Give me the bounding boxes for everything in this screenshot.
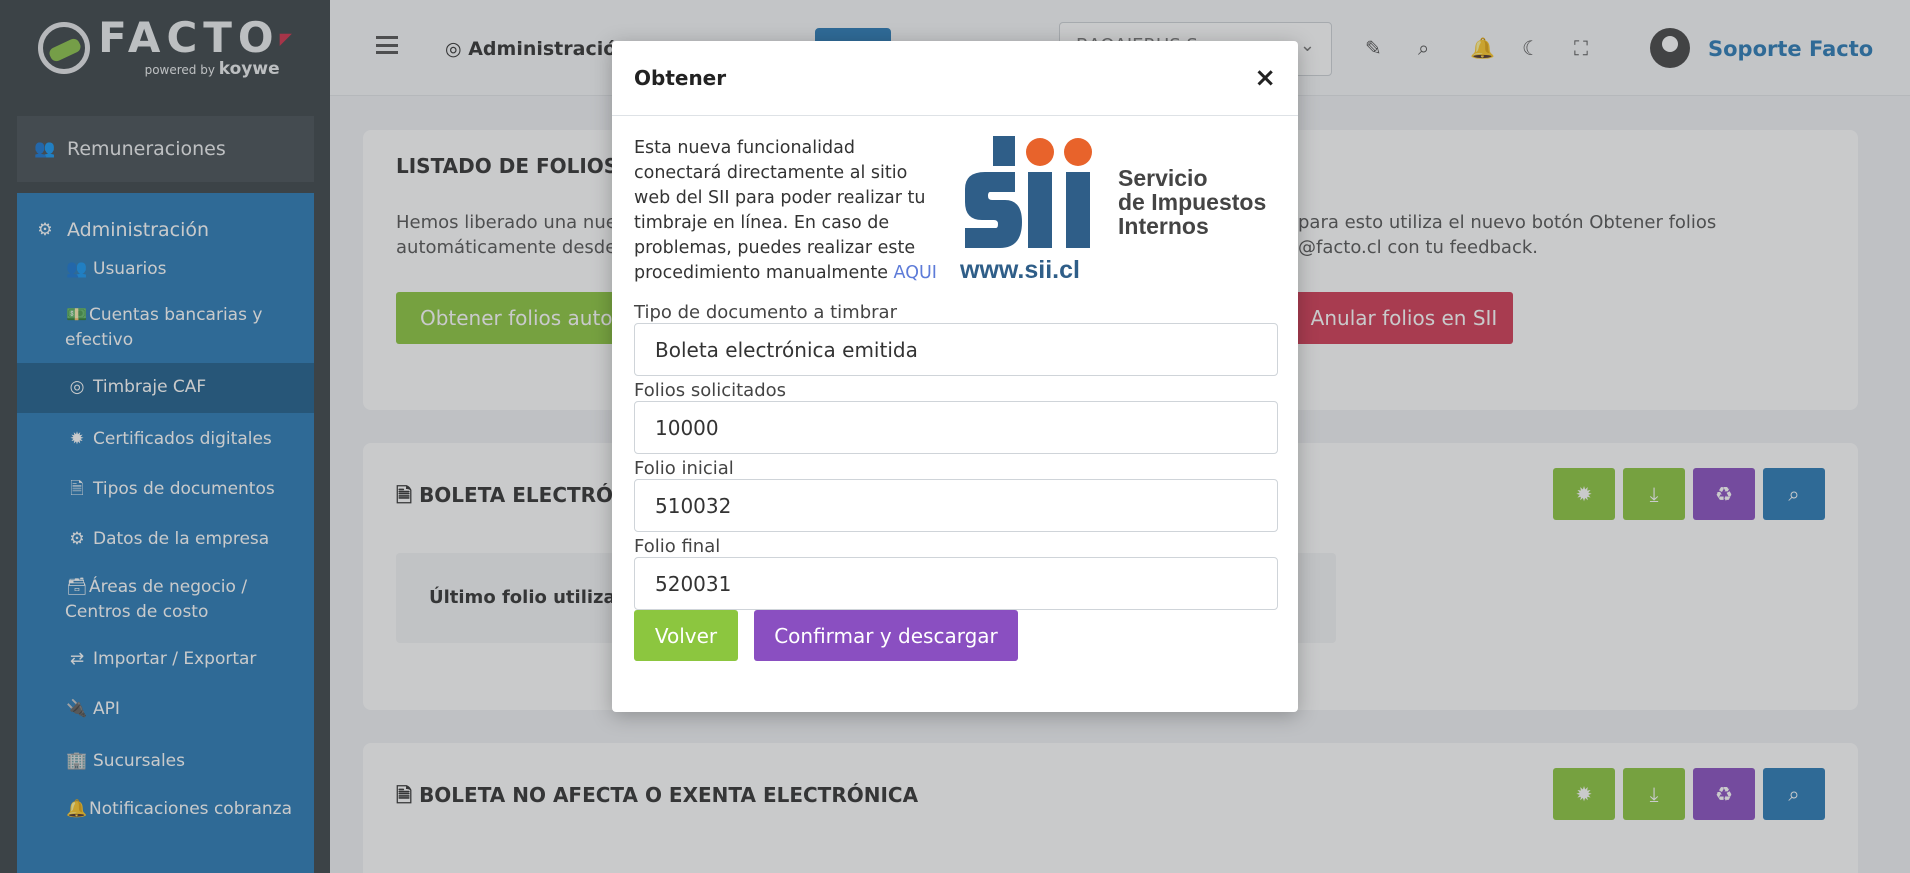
folio-inicial-field[interactable]: 510032 [634,479,1278,532]
sii-text-2: de Impuestos [1118,189,1266,215]
volver-button[interactable]: Volver [634,610,738,661]
field-label-final: Folio final [634,536,721,557]
aqui-link[interactable]: AQUI [894,263,937,283]
modal-body: Esta nueva funcionalidad conectará direc… [612,116,1298,661]
folio-final-field[interactable]: 520031 [634,557,1278,610]
close-icon[interactable]: × [1254,63,1276,93]
confirmar-descargar-button[interactable]: Confirmar y descargar [754,610,1018,661]
sii-text-1: Servicio [1118,165,1208,191]
modal-title: Obtener [634,66,727,90]
modal-intro: Esta nueva funcionalidad conectará direc… [634,138,937,283]
folios-solicitados-field[interactable]: 10000 [634,401,1278,454]
obtener-modal: Obtener × Esta nueva funcionalidad conec… [612,41,1298,712]
sii-text-3: Internos [1118,213,1209,239]
tipo-documento-field[interactable]: Boleta electrónica emitida [634,323,1278,376]
sii-url: www.sii.cl [960,256,1080,284]
sii-logo: www.sii.cl Servicio de Impuestos Interno… [960,136,1266,284]
field-label-solicitados: Folios solicitados [634,380,787,401]
modal-actions: Volver Confirmar y descargar [634,610,1276,661]
field-label-inicial: Folio inicial [634,458,734,479]
form: Tipo de documento a timbrar Boleta elect… [634,302,1278,661]
modal-header: Obtener × [612,41,1298,116]
field-label-tipo: Tipo de documento a timbrar [634,302,897,323]
